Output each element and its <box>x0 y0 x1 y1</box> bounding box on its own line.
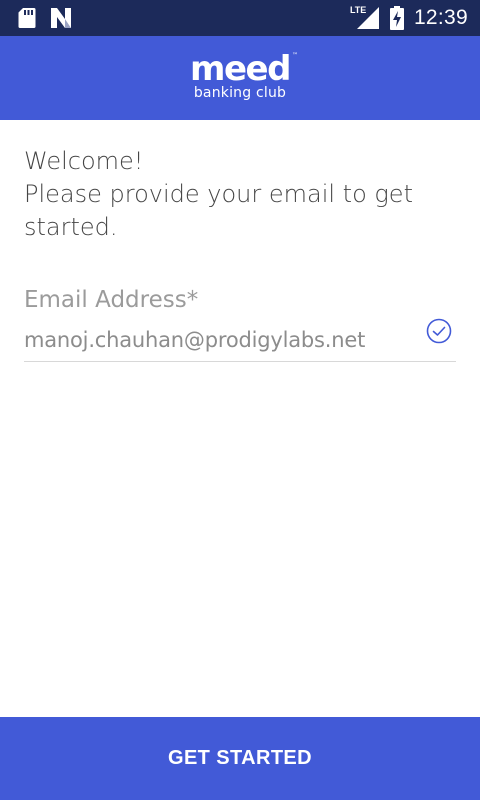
main-content: Welcome! Please provide your email to ge… <box>24 120 456 362</box>
check-circle-icon <box>426 318 452 344</box>
status-bar: LTE 12:39 <box>0 0 480 36</box>
email-input-row <box>24 318 456 362</box>
status-time: 12:39 <box>413 6 468 29</box>
get-started-label: GET STARTED <box>167 747 313 769</box>
status-left <box>18 7 72 29</box>
welcome-heading: Welcome! <box>24 147 144 175</box>
screen: LTE 12:39 meed ™ banking club Welcome! P… <box>0 0 480 800</box>
email-label: Email Address* <box>24 287 199 313</box>
lte-label: LTE <box>349 5 367 15</box>
email-field: Email Address* <box>24 284 456 362</box>
status-right: LTE 12:39 <box>349 5 468 30</box>
email-input[interactable] <box>24 324 424 355</box>
logo-trademark: ™ <box>291 51 298 59</box>
meed-logo: meed ™ banking club <box>190 48 298 101</box>
logo-wordmark: meed <box>190 48 291 89</box>
get-started-button[interactable]: GET STARTED <box>0 717 480 800</box>
n-notification-icon <box>50 7 72 29</box>
app-header: meed ™ banking club <box>0 36 480 120</box>
welcome-instruction: Please provide your email to get started… <box>24 180 413 241</box>
lte-signal-icon: LTE <box>349 5 380 30</box>
logo-tagline: banking club <box>193 84 287 101</box>
welcome-message: Welcome! Please provide your email to ge… <box>24 145 456 244</box>
sd-card-icon <box>18 7 36 29</box>
battery-charging-icon <box>389 6 404 30</box>
